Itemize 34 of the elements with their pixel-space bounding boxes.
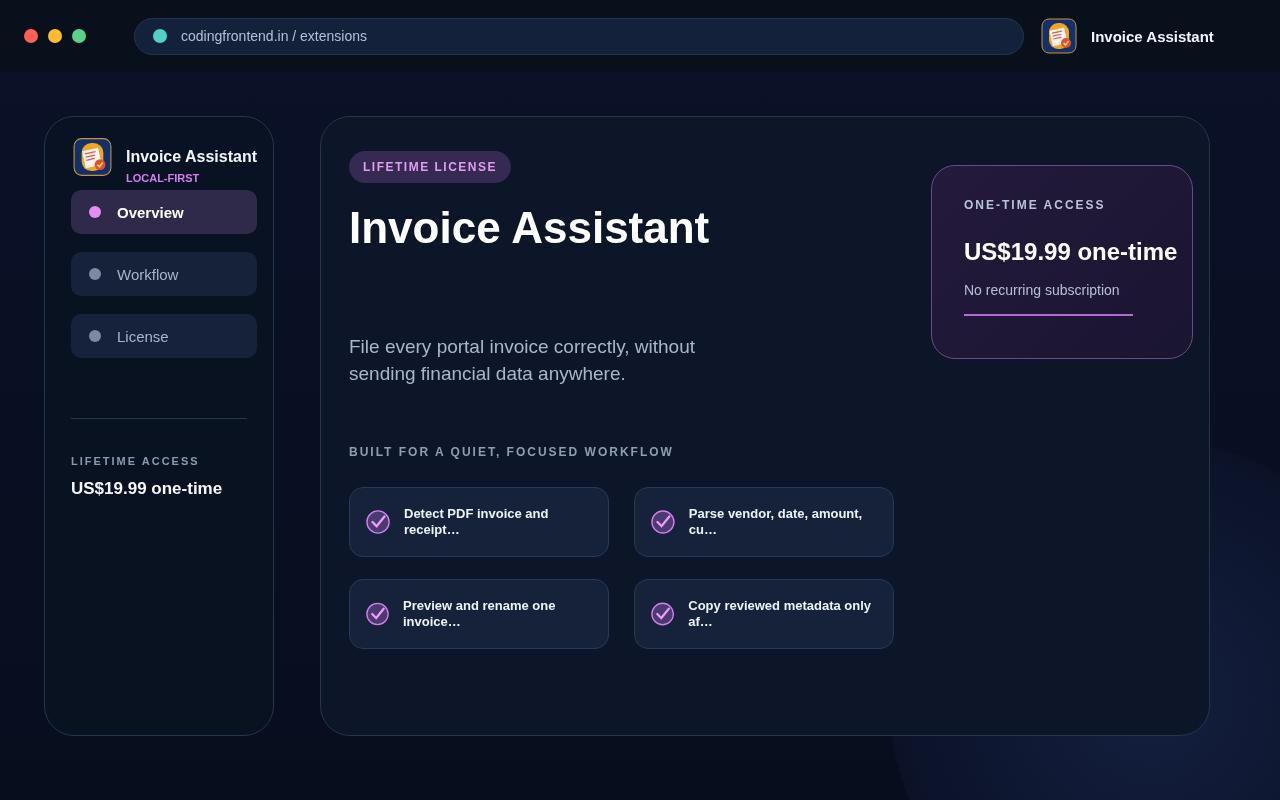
- check-circle-icon: [366, 509, 390, 535]
- section-label: BUILT FOR A QUIET, FOCUSED WORKFLOW: [349, 445, 674, 459]
- license-badge: LIFETIME LICENSE: [349, 151, 511, 183]
- access-label: LIFETIME ACCESS: [71, 455, 201, 467]
- minimize-window-button[interactable]: [48, 29, 62, 43]
- feature-card: Detect PDF invoice and receipt…: [349, 487, 609, 557]
- address-bar[interactable]: codingfrontend.in / extensions: [134, 17, 1024, 55]
- nav-dot-icon: [89, 206, 101, 218]
- invoice-app-icon: [1041, 18, 1077, 54]
- nav-item[interactable]: Overview: [71, 190, 257, 234]
- description: File every portal invoice correctly, without sending financial data anywhere.: [349, 335, 696, 386]
- address-text: codingfrontend.in / extensions: [181, 28, 367, 44]
- feature-card: Copy reviewed metadata only af…: [634, 579, 894, 649]
- feature-card: Parse vendor, date, amount, cu…: [634, 487, 894, 557]
- card-note: No recurring subscription: [964, 282, 1121, 298]
- extension-title: Invoice Assistant: [1091, 27, 1214, 45]
- check-circle-icon: [366, 601, 389, 627]
- invoice-app-icon: [73, 135, 112, 179]
- tagline: LOCAL-FIRST: [126, 172, 201, 184]
- close-window-button[interactable]: [24, 29, 38, 43]
- nav-item[interactable]: Workflow: [71, 252, 257, 296]
- page-title: Invoice Assistant: [349, 203, 710, 253]
- feature-card: Preview and rename one invoice…: [349, 579, 609, 649]
- nav-dot-icon: [89, 268, 101, 280]
- access-price: US$19.99 one-time: [71, 479, 224, 499]
- check-circle-icon: [651, 601, 675, 627]
- card-label: ONE-TIME ACCESS: [964, 198, 1107, 212]
- sidebar-title: Invoice Assistant: [126, 148, 257, 166]
- nav-dot-icon: [89, 330, 101, 342]
- nav-item[interactable]: License: [71, 314, 257, 358]
- card-price: US$19.99 one-time: [964, 238, 1179, 266]
- check-circle-icon: [651, 509, 675, 535]
- site-status-dot: [153, 29, 167, 43]
- maximize-window-button[interactable]: [72, 29, 86, 43]
